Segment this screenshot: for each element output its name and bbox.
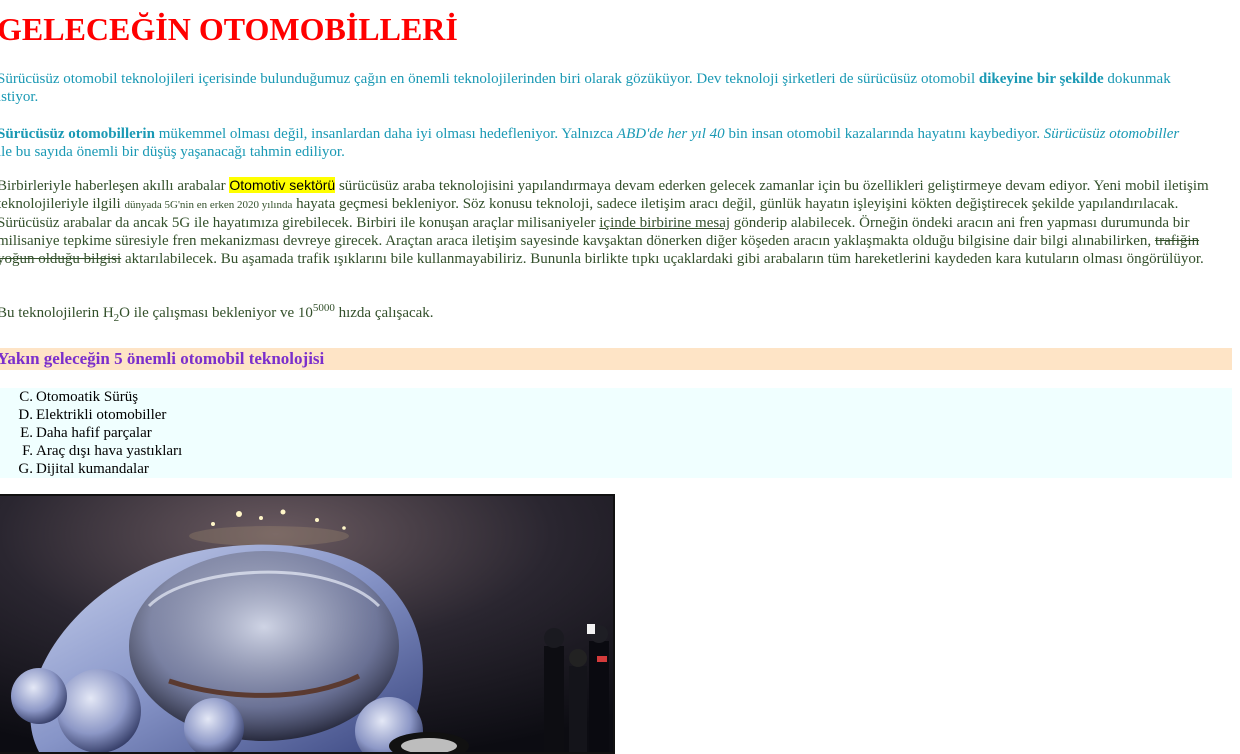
- p2-text-end: ile bu sayıda önemli bir düşüş yaşanacağ…: [0, 144, 345, 160]
- p1-bold: dikeyine bir şekilde: [978, 71, 1104, 87]
- list-item-label: Otomoatik Sürüş: [36, 389, 139, 405]
- superscript: 5000: [312, 302, 335, 314]
- list-marker: D.: [18, 407, 33, 423]
- list-item-label: Daha hafif parçalar: [36, 425, 152, 441]
- p4-text-3: hızda çalışacak.: [334, 305, 434, 321]
- page-title: GELECEĞİN OTOMOBİLLERİ: [0, 11, 458, 47]
- small-text: dünyada 5G'nin en erken 2020 yılında: [124, 199, 293, 211]
- list-marker: C.: [19, 389, 33, 405]
- list-marker: E.: [20, 425, 33, 441]
- intro-paragraph: Sürücüsüz otomobil teknolojileri içerisi…: [0, 70, 1185, 106]
- p2-italic-second: Sürücüsüz otomobiller: [1043, 126, 1180, 142]
- list-item: D. Elektrikli otomobiller: [0, 406, 1232, 424]
- list-item-label: Araç dışı hava yastıkları: [36, 443, 183, 459]
- p2-bold: Sürücüsüz otomobillerin: [0, 126, 155, 142]
- p3-text: Birbirleriyle haberleşen akıllı arabalar: [0, 178, 230, 194]
- underlined-text: içinde birbirine mesaj: [599, 215, 731, 231]
- highlighted-text: Otomotiv sektörü: [229, 177, 336, 193]
- list-item: G. Dijital kumandalar: [0, 460, 1232, 478]
- communication-paragraph: Birbirleriyle haberleşen akıllı arabalar…: [0, 176, 1229, 268]
- list-marker: F.: [22, 443, 33, 459]
- list-item: C. Otomoatik Sürüş: [0, 388, 1232, 406]
- p2-italic: ABD'de her yıl 40: [616, 126, 725, 142]
- p2-text-mid: bin insan otomobil kazalarında hayatını …: [724, 126, 1044, 142]
- technology-list: C. Otomoatik Sürüş D. Elektrikli otomobill…: [0, 388, 1232, 478]
- list-item-label: Elektrikli otomobiller: [36, 407, 167, 423]
- concept-car-image: [0, 494, 615, 754]
- list-marker: G.: [18, 461, 33, 477]
- p4-text: Bu teknolojilerin H: [0, 305, 114, 321]
- section-heading: Yakın geleceğin 5 önemli otomobil teknol…: [0, 348, 1232, 370]
- formula-paragraph: Bu teknolojilerin H2O ile çalışması bekl…: [0, 302, 434, 324]
- p1-text: Sürücüsüz otomobil teknolojileri içerisi…: [0, 71, 979, 87]
- goal-paragraph: Sürücüsüz otomobillerin mükemmel olması …: [0, 125, 1197, 161]
- list-item: E. Daha hafif parçalar: [0, 424, 1232, 442]
- list-item-label: Dijital kumandalar: [36, 461, 149, 477]
- p4-text-2: O ile çalışması bekleniyor ve 10: [119, 305, 313, 321]
- list-item: F. Araç dışı hava yastıkları: [0, 442, 1232, 460]
- p3-text-5: aktarılabilecek. Bu aşamada trafik ışıkl…: [121, 251, 1204, 267]
- p2-text: mükemmel olması değil, insanlardan daha …: [154, 126, 617, 142]
